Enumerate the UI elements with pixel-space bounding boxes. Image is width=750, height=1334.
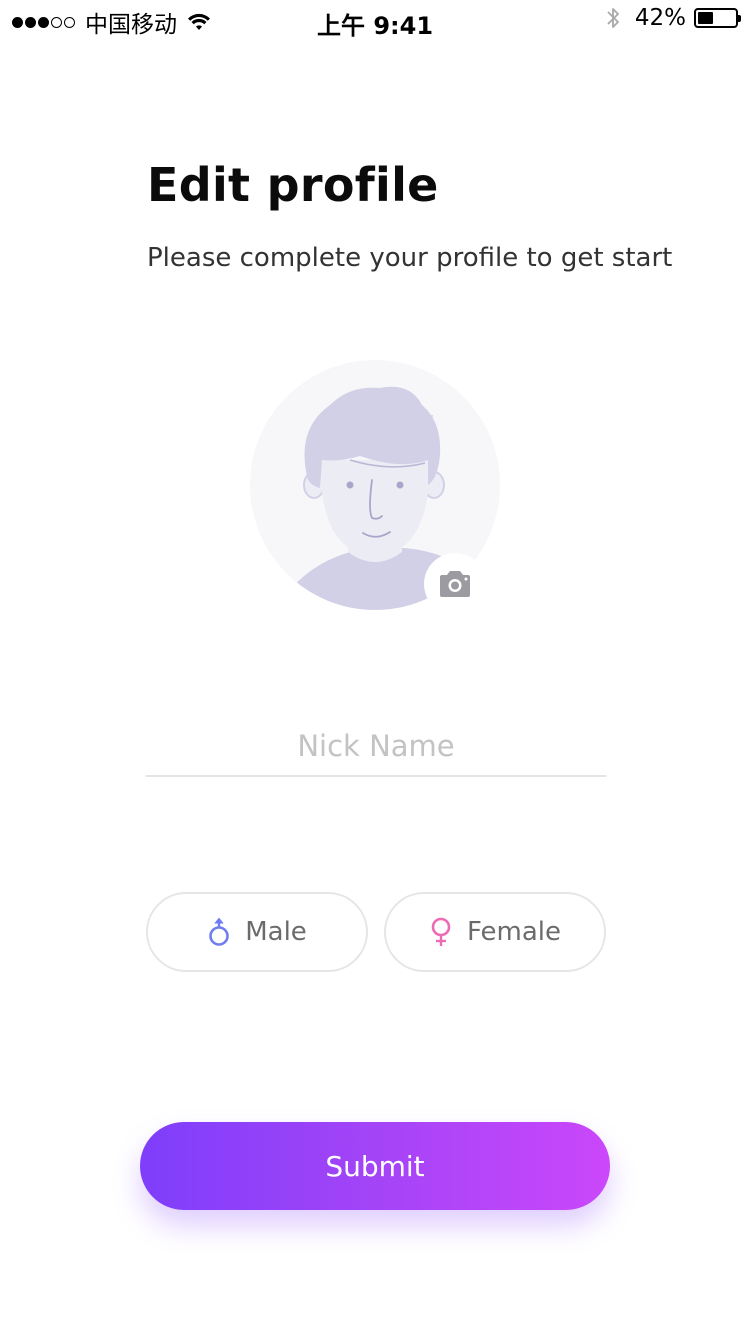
nickname-input[interactable] (146, 717, 606, 777)
male-symbol-icon (209, 917, 230, 946)
female-symbol-icon (431, 917, 451, 946)
gender-female-button[interactable]: Female (384, 892, 606, 972)
battery-icon (694, 8, 741, 28)
battery-percentage: 42% (634, 5, 686, 31)
gender-male-label: Male (245, 917, 307, 947)
bluetooth-icon (607, 8, 619, 28)
page-title: Edit profile (147, 158, 439, 212)
change-photo-button[interactable] (424, 553, 486, 615)
battery-level-fill (698, 12, 713, 24)
submit-button[interactable]: Submit (140, 1122, 610, 1210)
page-subtitle: Please complete your profile to get star… (147, 243, 673, 273)
gender-female-label: Female (466, 917, 561, 947)
camera-icon (440, 571, 470, 597)
gender-male-button[interactable]: Male (146, 892, 368, 972)
status-right: 42% (605, 5, 741, 31)
status-bar: 中国移动 上午 9:41 42% (0, 0, 750, 40)
